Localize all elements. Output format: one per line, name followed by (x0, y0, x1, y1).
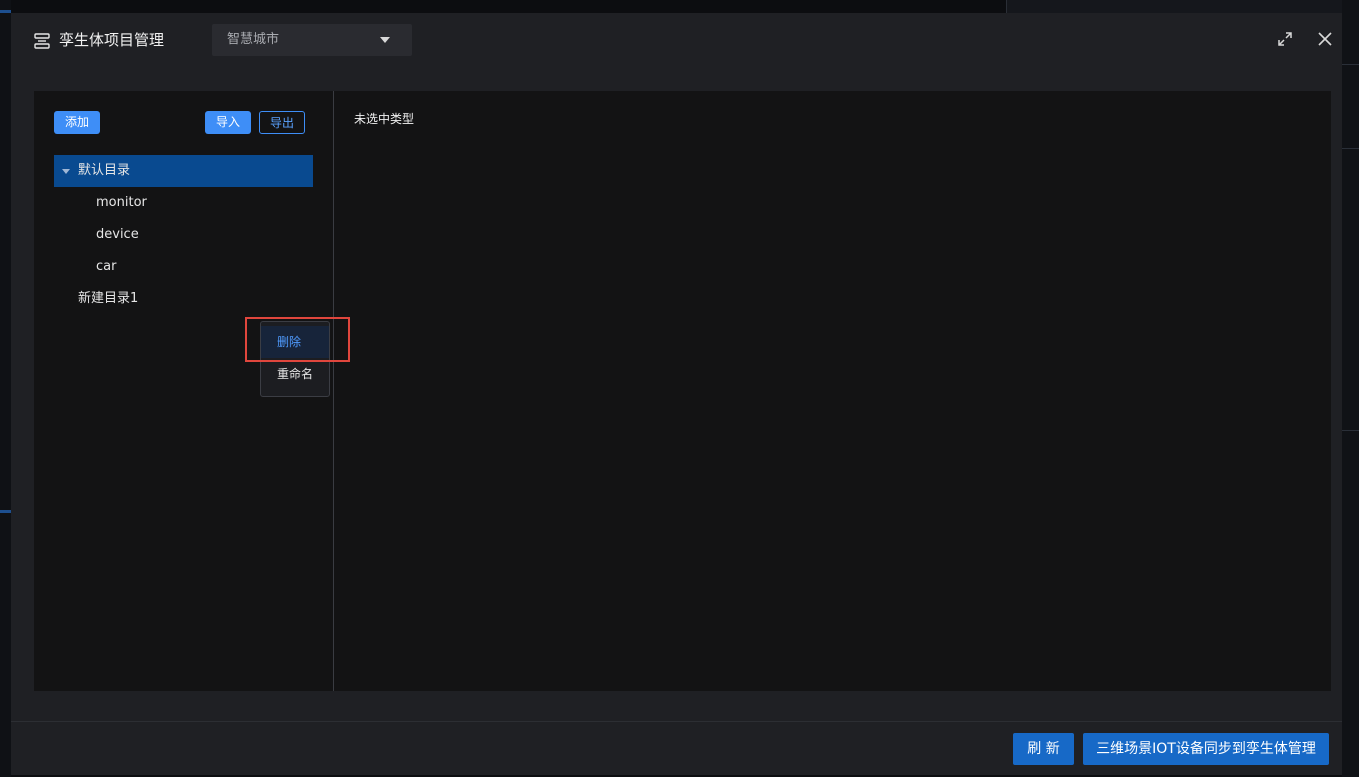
close-icon[interactable] (1317, 31, 1333, 47)
context-menu: 删除 重命名 (260, 321, 330, 397)
tree-item-label: car (96, 259, 117, 274)
empty-hint: 未选中类型 (354, 112, 415, 126)
tree-item-car[interactable]: car (54, 251, 313, 283)
tree-item-label: monitor (96, 195, 147, 210)
import-button[interactable]: 导入 (205, 111, 251, 134)
tree-item-new-directory[interactable]: 新建目录1 (54, 283, 313, 315)
background-app-left-edge (0, 0, 11, 777)
background-divider (1342, 148, 1359, 149)
menu-item-rename[interactable]: 重命名 (261, 358, 329, 390)
dialog-header: 孪生体项目管理 智慧城市 (11, 13, 1342, 67)
caret-down-icon[interactable] (62, 169, 70, 174)
list-settings-icon (34, 33, 50, 49)
menu-item-delete[interactable]: 删除 (261, 326, 329, 358)
project-select-value: 智慧城市 (227, 32, 280, 47)
project-select[interactable]: 智慧城市 (212, 24, 412, 56)
background-mark (0, 510, 11, 513)
background-app-right-edge (1342, 0, 1359, 777)
sync-iot-button[interactable]: 三维场景IOT设备同步到孪生体管理 (1083, 733, 1329, 765)
background-mark (0, 10, 11, 13)
background-divider (1342, 430, 1359, 431)
tree-item-default-directory[interactable]: 默认目录 (54, 155, 313, 187)
tree-item-label: device (96, 227, 139, 242)
caret-down-icon (380, 37, 390, 43)
dialog-footer: 刷 新 三维场景IOT设备同步到孪生体管理 (11, 721, 1342, 775)
background-app-header (1006, 0, 1343, 13)
dialog-title: 孪生体项目管理 (59, 31, 165, 49)
export-button[interactable]: 导出 (259, 111, 305, 134)
tree-item-monitor[interactable]: monitor (54, 187, 313, 219)
tree-item-label: 默认目录 (78, 163, 131, 178)
refresh-button[interactable]: 刷 新 (1013, 733, 1074, 765)
project-management-dialog: 孪生体项目管理 智慧城市 添加 导入 导出 默认目录 monitor devic… (11, 13, 1342, 775)
detail-panel: 未选中类型 (334, 91, 1331, 691)
dialog-body: 添加 导入 导出 默认目录 monitor device car 新建目录1 删… (34, 91, 1331, 691)
category-tree-panel: 添加 导入 导出 默认目录 monitor device car 新建目录1 删… (34, 91, 350, 691)
tree-item-label: 新建目录1 (78, 291, 139, 306)
expand-icon[interactable] (1277, 31, 1293, 47)
add-button[interactable]: 添加 (54, 111, 100, 134)
tree-item-device[interactable]: device (54, 219, 313, 251)
background-divider (1342, 64, 1359, 65)
